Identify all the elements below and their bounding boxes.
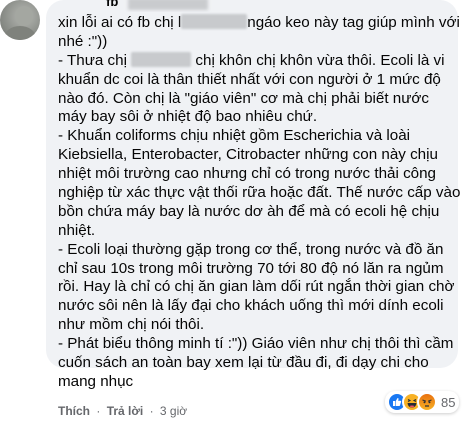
comment-bubble: fb xin lỗi ai có fb chị l ngáo keo này ta… xyxy=(46,0,460,390)
redacted-name xyxy=(131,51,192,67)
reaction-summary[interactable]: 85 xyxy=(385,391,460,413)
comment-actions: Thích · Trả lời · 3 giờ xyxy=(58,404,187,418)
like-button[interactable]: Thích xyxy=(58,404,90,418)
comment-line: như mồm chị nói thôi. xyxy=(58,316,205,334)
comment-line: mang nhục xyxy=(58,372,134,390)
comment-author[interactable]: fb xyxy=(106,0,216,12)
comment-line-text: chị khôn chị khôn vừa thôi. Ecoli là vi xyxy=(191,51,445,69)
comment-line-text: ngáo keo này tag giúp mình với xyxy=(247,14,460,31)
comment-line: nhiệt môi trường cao nhưng chỉ có trong … xyxy=(58,165,436,183)
reply-button[interactable]: Trả lời xyxy=(107,404,144,418)
comment-line: khuẩn dc coi là thân thiết nhất với con … xyxy=(58,70,441,88)
comment-container: fb xin lỗi ai có fb chị l ngáo keo này ta… xyxy=(0,0,466,421)
comment-line: nước sôi nên là lấy đại cho khách uống t… xyxy=(58,297,444,315)
author-name: fb xyxy=(106,0,119,9)
reaction-count: 85 xyxy=(441,394,456,410)
comment-line: bồn chứa máy bay là nước dơ àh để mà có … xyxy=(58,202,440,220)
separator-dot: · xyxy=(96,404,101,418)
comment-line: nghiệp từ xác thực vật thối rữa hoặc đất… xyxy=(58,184,461,202)
redacted-name xyxy=(181,14,248,29)
comment-line: nào đó. Còn chị là "giáo viên" cơ mà chị… xyxy=(58,89,429,107)
angry-icon xyxy=(417,392,437,412)
comment-line: xin lỗi ai có fb chị l ngáo keo này tag g… xyxy=(58,14,460,33)
author-redaction xyxy=(128,0,208,10)
comment-line: nhiệt. xyxy=(58,221,96,239)
separator-dot: · xyxy=(149,404,154,418)
comment-line: cuốn sách an toàn bay xem lại từ đầu đi,… xyxy=(58,354,429,372)
comment-line: - Thưa chị chị khôn chị khôn vừa thôi. E… xyxy=(58,51,448,71)
comment-line: nhé :")) xyxy=(58,32,108,50)
comment-line: - Ecoli loại thường gặp trong cơ thể, tr… xyxy=(58,240,444,258)
comment-line: máy bay sôi ở nhiệt độ bao nhiêu chứ. xyxy=(58,108,318,126)
comment-line: rồi. Hay là chỉ có chị ăn gian làm dối r… xyxy=(58,278,455,296)
comment-timestamp[interactable]: 3 giờ xyxy=(160,404,187,418)
comment-line-text: xin lỗi ai có fb chị l xyxy=(58,14,182,31)
avatar[interactable] xyxy=(0,0,40,40)
comment-line: - Khuẩn coliforms chịu nhiệt gồm Escheri… xyxy=(58,127,411,145)
comment-line: chỉ sau 10s trong môi trường 70 tới 80 đ… xyxy=(58,259,444,277)
avatar-image-icon xyxy=(4,6,36,40)
comment-line: Kiebsiella, Enterobacter, Citrobacter nh… xyxy=(58,146,438,164)
comment-line-text: - Thưa chị xyxy=(58,51,132,69)
comment-line: - Phát biểu thông minh tí :")) Giáo viên… xyxy=(58,335,454,353)
comment-text: xin lỗi ai có fb chị l ngáo keo này tag g… xyxy=(58,14,461,392)
